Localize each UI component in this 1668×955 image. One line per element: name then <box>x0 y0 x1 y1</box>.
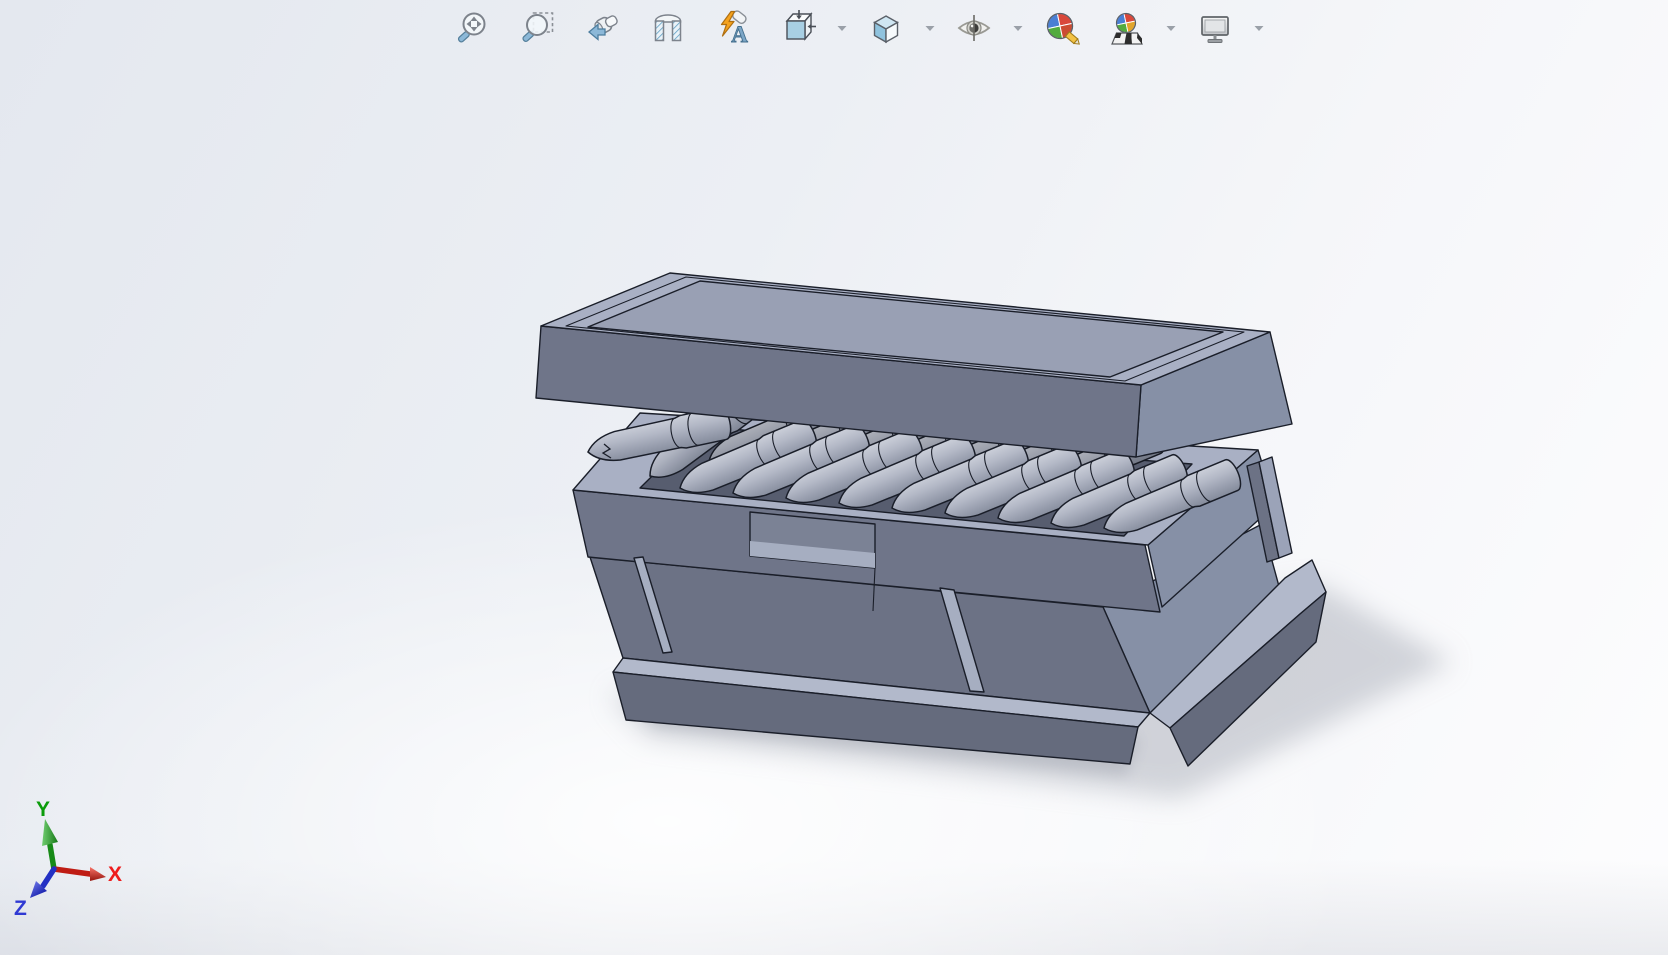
scene-sphere-checker-icon <box>1109 10 1145 46</box>
y-axis-shaft <box>50 845 54 869</box>
edit-appearance-button[interactable] <box>1044 10 1080 46</box>
hide-show-items-dropdown[interactable] <box>1010 10 1026 46</box>
view-settings-button[interactable] <box>1197 10 1233 46</box>
z-axis-shaft <box>43 869 54 886</box>
y-axis-arrowhead <box>42 819 58 846</box>
previous-view-button[interactable] <box>585 10 621 46</box>
section-view-button[interactable] <box>650 10 686 46</box>
apply-scene-button[interactable] <box>1109 10 1145 46</box>
chevron-down-icon <box>834 20 850 36</box>
x-axis-arrowhead <box>90 867 106 881</box>
annotation-flash-icon: A <box>715 10 751 46</box>
monitor-icon <box>1197 10 1233 46</box>
x-axis-label: X <box>108 863 122 886</box>
x-axis-shaft <box>54 869 90 874</box>
display-style-button[interactable] <box>868 10 904 46</box>
previous-view-icon <box>585 10 621 46</box>
shaded-cube-icon <box>868 10 904 46</box>
heads-up-toolbar: A <box>455 10 1256 46</box>
appearance-sphere-pencil-icon <box>1044 10 1080 46</box>
chevron-down-icon <box>1163 20 1179 36</box>
dynamic-annotation-views-button[interactable]: A <box>715 10 751 46</box>
3d-viewport[interactable]: A <box>0 0 1668 955</box>
eye-icon <box>956 10 992 46</box>
model-canvas[interactable] <box>0 0 1668 955</box>
pencil-glyph <box>1065 32 1080 46</box>
chevron-down-icon <box>1010 20 1026 36</box>
zoom-to-area-icon <box>520 10 556 46</box>
orientation-triad: Y X Z <box>0 748 150 938</box>
svg-text:A: A <box>731 22 748 46</box>
section-view-icon <box>650 10 686 46</box>
chevron-down-icon <box>1251 20 1267 36</box>
apply-scene-dropdown[interactable] <box>1163 10 1179 46</box>
hide-show-items-button[interactable] <box>956 10 992 46</box>
z-axis-label: Z <box>14 897 27 920</box>
chevron-down-icon <box>922 20 938 36</box>
zoom-to-fit-icon <box>455 10 491 46</box>
zoom-to-fit-button[interactable] <box>455 10 491 46</box>
view-cube-icon <box>780 10 816 46</box>
view-orientation-dropdown[interactable] <box>834 10 850 46</box>
view-orientation-button[interactable] <box>780 10 816 46</box>
y-axis-label: Y <box>36 798 50 821</box>
display-style-dropdown[interactable] <box>922 10 938 46</box>
view-settings-dropdown[interactable] <box>1251 10 1267 46</box>
zoom-to-area-button[interactable] <box>520 10 556 46</box>
